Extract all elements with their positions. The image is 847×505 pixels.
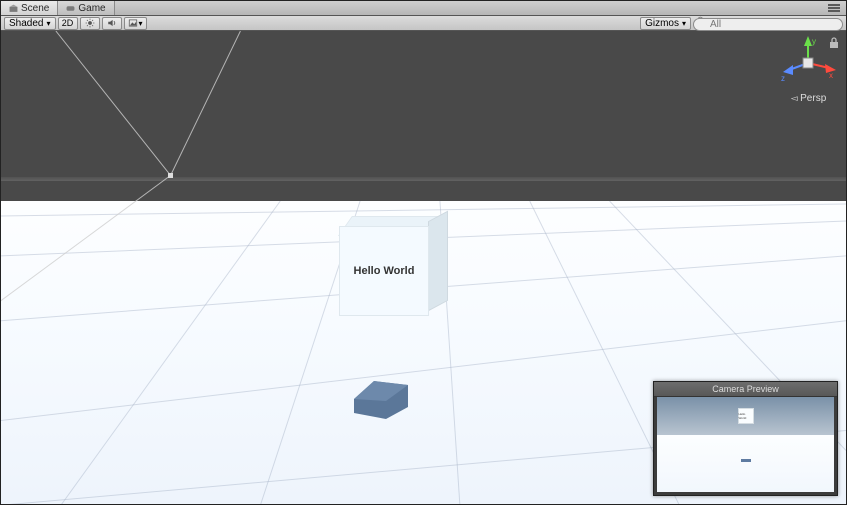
tab-scene[interactable]: Scene xyxy=(1,1,58,15)
tab-scene-label: Scene xyxy=(21,3,49,14)
2d-toggle-button[interactable]: 2D xyxy=(58,17,78,30)
panel-menu-icon xyxy=(828,3,840,13)
preview-cube: Hello World xyxy=(738,408,754,424)
chevron-down-icon: ▾ xyxy=(139,19,143,28)
preview-ground xyxy=(657,435,834,492)
shading-mode-dropdown[interactable]: Shaded ▾ xyxy=(4,17,56,30)
sun-icon xyxy=(85,18,95,28)
chevron-down-icon: ▾ xyxy=(682,19,686,28)
cube-shadow xyxy=(346,371,416,421)
preview-shadow xyxy=(741,459,751,462)
chevron-down-icon: ▾ xyxy=(46,19,50,28)
gizmos-label: Gizmos xyxy=(645,18,679,29)
projection-text: Persp xyxy=(800,93,826,104)
cube-side-face xyxy=(428,211,448,312)
shading-mode-label: Shaded xyxy=(9,18,43,29)
cube-front-face: Hello World xyxy=(339,226,429,316)
camera-preview-title: Camera Preview xyxy=(654,382,837,397)
text-cube-object[interactable]: Hello World xyxy=(339,226,439,326)
scene-icon xyxy=(9,4,18,13)
gizmos-dropdown[interactable]: Gizmos ▾ xyxy=(640,17,691,30)
scene-viewport[interactable]: Hello World y x z ◅ Persp Camera Preview… xyxy=(1,31,846,504)
orientation-gizmo[interactable]: y x z xyxy=(781,36,836,91)
lighting-toggle-button[interactable] xyxy=(80,17,100,30)
camera-gizmo[interactable] xyxy=(168,173,173,178)
axis-z-label: z xyxy=(781,74,785,83)
2d-toggle-label: 2D xyxy=(62,18,74,28)
cube-text: Hello World xyxy=(354,265,415,277)
audio-toggle-button[interactable] xyxy=(102,17,122,30)
image-icon xyxy=(128,18,138,28)
scene-sky xyxy=(1,31,846,201)
projection-label[interactable]: ◅ Persp xyxy=(781,93,836,104)
fx-toggle-button[interactable]: ▾ xyxy=(124,17,147,30)
game-icon xyxy=(66,4,75,13)
scene-horizon xyxy=(1,177,846,181)
speaker-icon xyxy=(107,18,117,28)
axis-x-label: x xyxy=(829,71,833,80)
tab-game[interactable]: Game xyxy=(58,1,114,15)
search-input[interactable] xyxy=(693,18,843,31)
scene-toolbar: Shaded ▾ 2D ▾ Gizmos ▾ xyxy=(1,16,846,31)
camera-preview-panel[interactable]: Camera Preview Hello World xyxy=(653,381,838,496)
tab-game-label: Game xyxy=(78,3,105,14)
panel-menu[interactable] xyxy=(828,1,846,15)
lock-icon[interactable] xyxy=(829,37,839,49)
search-wrap xyxy=(693,14,843,32)
axis-y-label: y xyxy=(812,37,816,46)
camera-preview-body: Hello World xyxy=(657,397,834,492)
